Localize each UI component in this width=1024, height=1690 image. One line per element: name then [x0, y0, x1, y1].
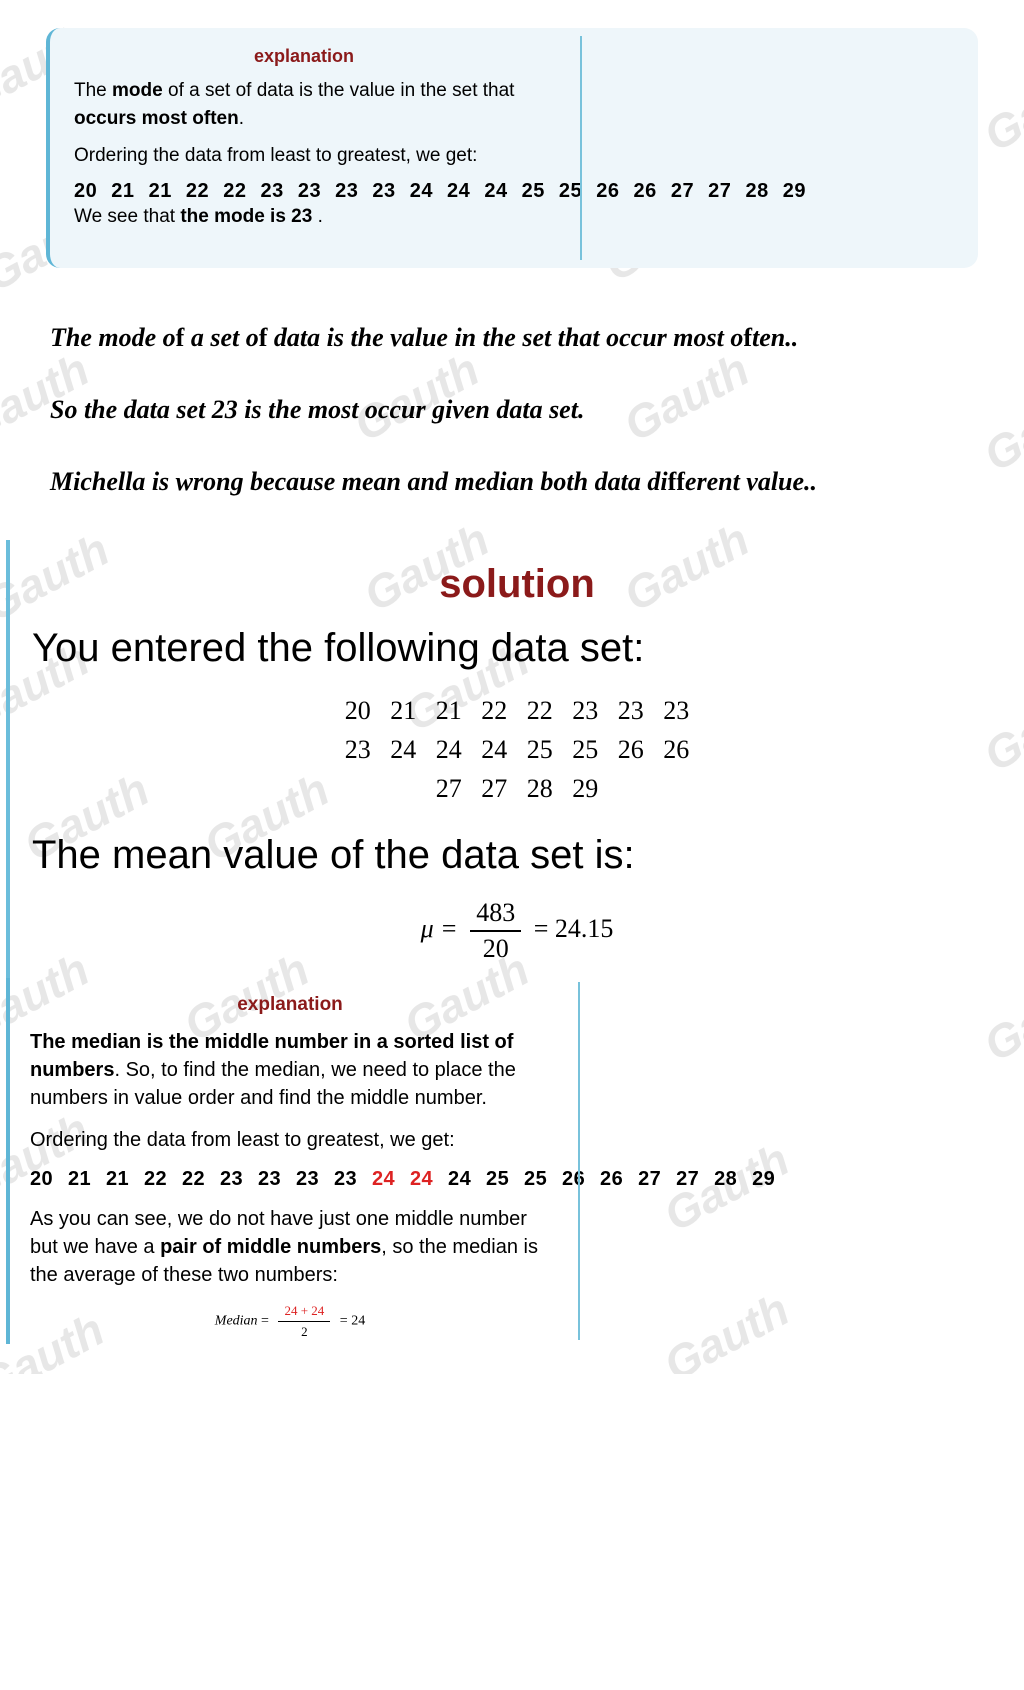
text: data is the value in the set that occur … [267, 323, 743, 352]
ordering-text: Ordering the data from least to greatest… [30, 1126, 560, 1154]
text: The mode o [50, 323, 176, 352]
data-grid: 20 21 21 22 22 23 23 23 23 24 24 24 25 2… [32, 691, 1002, 808]
text: . [312, 206, 323, 227]
solution-title: solution [32, 562, 1002, 607]
text: = 24 [336, 1313, 365, 1328]
text: of a set of data is the value in the set… [163, 80, 515, 101]
text-bold: occurs most often [74, 108, 239, 129]
mode-result: We see that the mode is 23 . [74, 203, 534, 231]
highlighted-middle: 24 24 [372, 1168, 433, 1190]
fraction: 24 + 242 [278, 1303, 330, 1340]
denominator: 2 [278, 1322, 330, 1340]
median-definition: The median is the middle number in a sor… [30, 1028, 560, 1112]
ordering-text: Ordering the data from least to greatest… [74, 142, 534, 170]
answer-line-2: So the data set 23 is the most occur giv… [50, 380, 974, 440]
data-sequence: 20 21 21 22 22 23 23 23 23 24 24 24 25 2… [74, 180, 954, 203]
text-bold: mode [112, 80, 163, 101]
text: f [743, 323, 752, 352]
answer-paragraphs: The mode o f a set o f data is the value i… [0, 268, 1024, 539]
data-row: 23 24 24 24 25 25 26 26 [32, 730, 1002, 769]
median-label: Median [215, 1313, 258, 1328]
entered-data-heading: You entered the following data set: [32, 623, 1002, 673]
data-row: 20 21 21 22 22 23 23 23 [32, 691, 1002, 730]
text: a set o [184, 323, 258, 352]
equals-result: = 24.15 [534, 914, 614, 943]
explanation-box-mode: explanation The mode of a set of data is… [46, 28, 978, 268]
median-pair-text: As you can see, we do not have just one … [30, 1205, 560, 1289]
text: f [676, 467, 685, 496]
denominator: 20 [470, 932, 521, 964]
explanation-title: explanation [30, 994, 550, 1016]
explanation-box-median: explanation The median is the middle num… [6, 978, 1024, 1344]
text: The [74, 80, 112, 101]
text: 24 25 25 26 26 27 27 28 29 [433, 1168, 775, 1190]
text: f [668, 467, 677, 496]
solution-section: solution You entered the following data … [6, 540, 1024, 978]
vertical-divider [580, 36, 582, 260]
text: We see that [74, 206, 180, 227]
text: Michella is wrong because mean and media… [50, 467, 668, 496]
data-sequence-highlighted: 20 21 21 22 22 23 23 23 23 24 24 24 25 2… [30, 1168, 1004, 1191]
text: . [239, 108, 244, 129]
mean-equation: μ = 483 20 = 24.15 [32, 898, 1002, 964]
text: 20 21 21 22 22 23 23 23 23 [30, 1168, 372, 1190]
fraction: 483 20 [470, 898, 521, 964]
mean-heading: The mean value of the data set is: [32, 830, 1002, 880]
text-bold: pair of middle numbers [160, 1236, 381, 1258]
text: ten.. [752, 323, 798, 352]
text-bold: the mode is 23 [180, 206, 312, 227]
data-row: 27 27 28 29 [32, 769, 1002, 808]
answer-line-3: Michella is wrong because mean and media… [50, 452, 974, 512]
mode-definition: The mode of a set of data is the value i… [74, 77, 534, 132]
explanation-title: explanation [74, 46, 534, 67]
text: erent value.. [685, 467, 817, 496]
median-equation: Median = 24 + 242 = 24 [30, 1303, 550, 1340]
answer-line-1: The mode of a set of data is the value i… [50, 308, 974, 368]
numerator: 24 + 24 [278, 1303, 330, 1322]
mu-symbol: μ = [421, 914, 458, 943]
numerator: 483 [470, 898, 521, 932]
vertical-divider [578, 982, 580, 1340]
text: = [258, 1313, 273, 1328]
